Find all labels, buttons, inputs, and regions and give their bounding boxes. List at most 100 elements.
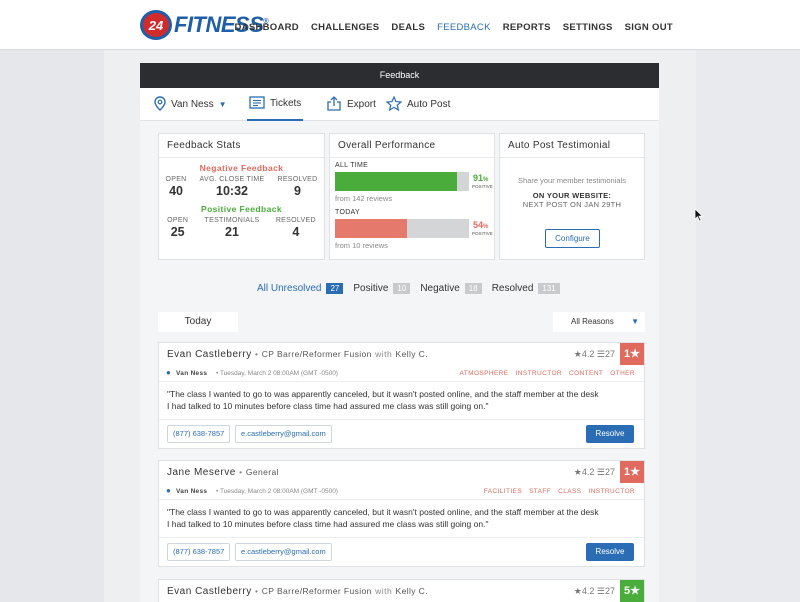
top-navbar: 24 FITNESS® DASHBOARD CHALLENGES DEALS F… [0,0,800,50]
page-margin [696,50,800,602]
filter-resolved[interactable]: Resolved 131 [492,283,560,294]
stat-negative-resolved[interactable]: RESOLVED 9 [277,176,317,198]
tag[interactable]: FACILITIES [484,488,522,495]
nav-feedback[interactable]: FEEDBACK [437,22,491,33]
resolve-button[interactable]: Resolve [586,543,634,561]
configure-button[interactable]: Configure [545,229,600,248]
overall-performance-card: Overall Performance ALL TIME 91% POSITIV… [329,133,495,260]
feedback-stats-title: Feedback Stats [159,134,324,158]
tag[interactable]: CLASS [558,488,581,495]
location-select[interactable]: Van Ness ▼ [154,88,227,121]
today-reviews: from 10 reviews [335,241,388,250]
map-pin-icon: ● [166,368,171,377]
today-bar-fill [335,219,408,238]
tab-tickets[interactable]: Tickets [247,88,304,121]
tag[interactable]: STAFF [529,488,551,495]
auto-post-title: Auto Post Testimonial [500,134,644,158]
main-nav: DASHBOARD CHALLENGES DEALS FEEDBACK REPO… [235,22,673,33]
ticket-rating: ★4.2 ☰27 [573,467,615,477]
ticket-location: Van Ness [176,370,208,377]
ticket-comment: "The class I wanted to go to was apparen… [167,389,599,411]
panel-title: Feedback [140,63,659,88]
auto-post-next: NEXT POST ON JAN 29TH [522,200,622,209]
feedback-panel: Feedback Van Ness ▼ Tickets Export Auto [140,63,659,602]
tickets-icon [249,95,265,112]
email-chip[interactable]: e.castleberry@gmail.com [235,543,332,561]
today-percent: 54% [473,220,489,230]
filter-positive[interactable]: Positive 10 [353,283,411,294]
nav-challenges[interactable]: CHALLENGES [311,22,379,33]
ticket-date: • Tuesday, March 2 08:00AM (GMT -0500) [216,370,338,377]
tag[interactable]: INSTRUCTOR [516,370,563,377]
ticket-rating: ★4.2 ☰27 [573,586,615,596]
ticket-footer: (877) 638-7857 e.castleberry@gmail.com R… [159,419,644,447]
autopost-label: Auto Post [407,99,451,110]
ticket-filters: All Unresolved 27 Positive 10 Negative 18 R… [257,283,560,294]
export-button[interactable]: Export [326,88,376,121]
stat-positive-resolved[interactable]: RESOLVED 4 [276,217,316,239]
export-label: Export [347,99,376,110]
filter-count: 18 [464,283,482,294]
ticket-header: Jane Meserve • General ★4.2 ☰27 1★ [159,461,644,483]
negative-feedback-label: Negative Feedback [199,163,284,173]
resolve-button[interactable]: Resolve [586,425,634,443]
nav-settings[interactable]: SETTINGS [563,22,613,33]
auto-post-card: Auto Post Testimonial Share your member … [499,133,645,260]
ticket-member: Jane Meserve • General [167,467,279,478]
logo-badge: 24 [140,10,172,40]
star-rating-badge: 1★ [620,461,644,483]
all-time-bar-fill [335,172,457,191]
ticket-rating: ★4.2 ☰27 [573,349,615,359]
map-pin-icon: ● [166,486,171,495]
tag[interactable]: ATMOSPHERE [460,370,509,377]
ticket-tags: ATMOSPHERE INSTRUCTOR CONTENT OTHER [460,370,636,377]
stat-negative-open[interactable]: OPEN 40 [166,176,187,198]
reason-select-value: All Reasons [571,317,614,326]
filter-count: 10 [393,283,411,294]
chevron-down-icon: ▼ [631,317,639,326]
filter-all-unresolved[interactable]: All Unresolved 27 [257,283,344,294]
today-label: TODAY [335,209,360,216]
all-time-label: ALL TIME [335,162,369,169]
ticket-footer: (877) 638-7857 e.castleberry@gmail.com R… [159,537,644,565]
stat-testimonials[interactable]: TESTIMONIALS 21 [205,217,260,239]
auto-post-website: ON YOUR WEBSITE: [532,191,612,200]
ticket-card[interactable]: Jane Meserve • General ★4.2 ☰27 1★ ● Van… [158,460,645,567]
ticket-card[interactable]: Evan Castleberry • CP Barre/Reformer Fus… [158,579,645,602]
ticket-tags: FACILITIES STAFF CLASS INSTRUCTOR [484,488,635,495]
tag[interactable]: INSTRUCTOR [589,488,636,495]
ticket-header: Evan Castleberry • CP Barre/Reformer Fus… [159,580,644,602]
stat-avg-close-time: AVG. CLOSE TIME 10:32 [199,176,265,198]
email-chip[interactable]: e.castleberry@gmail.com [235,425,332,443]
export-icon [326,95,342,114]
ticket-meta: ● Van Ness • Tuesday, March 2 08:00AM (G… [159,365,644,382]
nav-sign-out[interactable]: SIGN OUT [625,22,673,33]
phone-chip[interactable]: (877) 638-7857 [167,425,231,443]
autopost-button[interactable]: Auto Post [385,88,451,121]
ticket-card[interactable]: Evan Castleberry • CP Barre/Reformer Fus… [158,342,645,449]
auto-post-text: Share your member testimonials [518,176,626,185]
phone-chip[interactable]: (877) 638-7857 [167,543,231,561]
star-rating-badge: 5★ [620,580,644,602]
reason-select[interactable]: All Reasons ▼ [553,312,645,332]
filter-count: 131 [538,283,560,294]
filter-negative[interactable]: Negative 18 [420,283,482,294]
today-bar: 54% POSITIVE [335,219,493,238]
positive-stats: OPEN 25 TESTIMONIALS 21 RESOLVED 4 [159,217,324,239]
star-rating-badge: 1★ [620,343,644,365]
tag[interactable]: OTHER [610,370,635,377]
performance-title: Overall Performance [330,134,494,158]
all-time-positive-tag: POSITIVE [472,184,493,189]
ticket-header: Evan Castleberry • CP Barre/Reformer Fus… [159,343,644,365]
map-pin-icon [154,95,166,114]
nav-reports[interactable]: REPORTS [503,22,551,33]
ticket-date: • Tuesday, March 2 08:00AM (GMT -0500) [216,488,338,495]
all-time-bar: 91% POSITIVE [335,172,493,191]
star-icon [385,94,403,114]
nav-dashboard[interactable]: DASHBOARD [235,22,299,33]
chevron-down-icon: ▼ [218,100,227,109]
tag[interactable]: CONTENT [569,370,603,377]
stat-positive-open[interactable]: OPEN 25 [167,217,188,239]
nav-deals[interactable]: DEALS [391,22,425,33]
feedback-stats-card: Feedback Stats Negative Feedback OPEN 40… [158,133,325,260]
